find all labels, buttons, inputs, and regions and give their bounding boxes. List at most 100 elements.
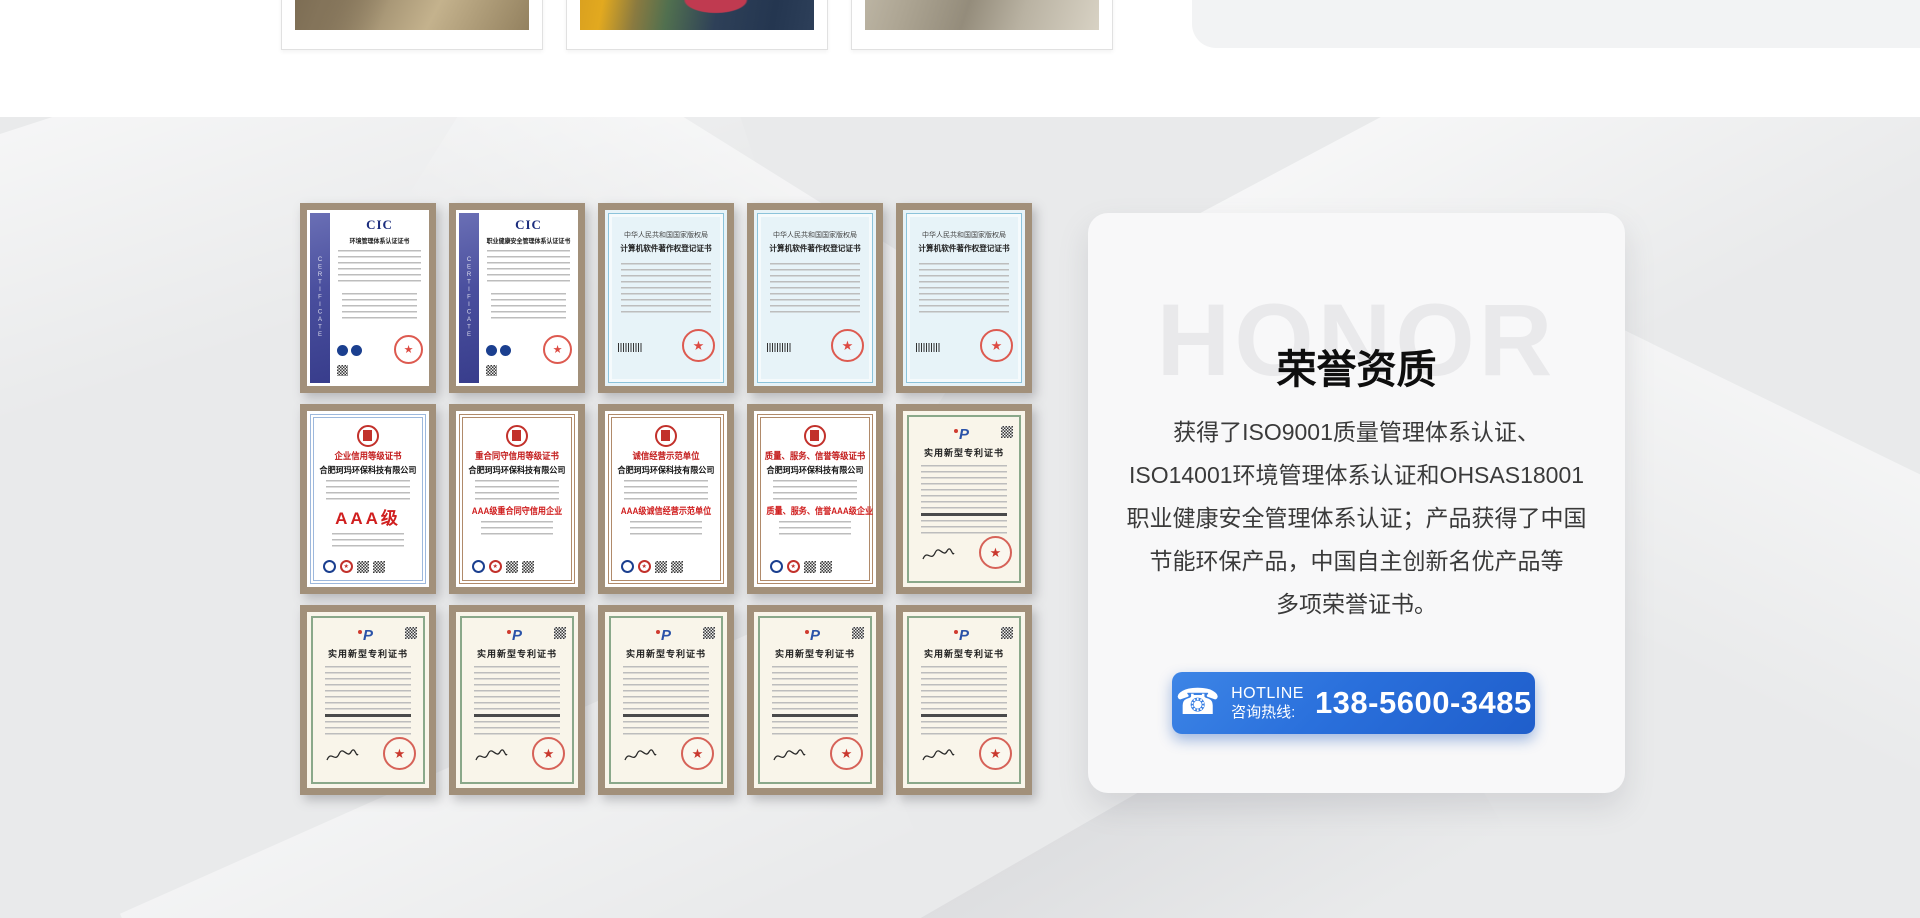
certificate-utility-patent[interactable]: P 实用新型专利证书 xyxy=(896,605,1032,795)
qr-code-icon xyxy=(1001,627,1013,639)
certificate-title: 重合同守信用等级证书 xyxy=(467,449,567,462)
certificate-utility-patent[interactable]: P 实用新型专利证书 xyxy=(300,605,436,795)
qr-code-icon xyxy=(671,561,683,573)
certificate-software-copyright[interactable]: 中华人民共和国国家版权局 计算机软件著作权登记证书 xyxy=(747,203,883,393)
certificate-utility-patent[interactable]: P 实用新型专利证书 xyxy=(747,605,883,795)
barcode-icon xyxy=(916,343,940,352)
qr-code-icon xyxy=(554,627,566,639)
description-line: 职业健康安全管理体系认证；产品获得了中国 xyxy=(1108,497,1605,540)
certificate-software-copyright[interactable]: 中华人民共和国国家版权局 计算机软件著作权登记证书 xyxy=(896,203,1032,393)
gallery-card[interactable] xyxy=(281,0,543,50)
cic-logo: CIC xyxy=(334,217,425,233)
construction-photo-2 xyxy=(580,0,814,30)
qr-code-icon xyxy=(1001,426,1013,438)
honor-card: HONOR 荣誉资质 获得了ISO9001质量管理体系认证、 ISO14001环… xyxy=(1088,213,1625,793)
divider xyxy=(921,513,1007,516)
certificate-title: 计算机软件著作权登记证书 xyxy=(910,243,1018,254)
certificates-grid: CERTIFICATE CIC 环境管理体系认证证书 CERTIFICATE C… xyxy=(300,203,1032,795)
certificate-title: 职业健康安全管理体系认证证书 xyxy=(487,235,571,245)
cic-badge-icon xyxy=(486,345,497,356)
top-right-panel xyxy=(1192,0,1920,48)
qr-code-icon xyxy=(655,561,667,573)
red-seal-icon xyxy=(980,329,1013,362)
certificate-cic-environment[interactable]: CERTIFICATE CIC 环境管理体系认证证书 xyxy=(300,203,436,393)
certificate-integrity-model[interactable]: 诚信经营示范单位 合肥珂玛环保科技有限公司 AAA级诚信经营示范单位 xyxy=(598,404,734,594)
divider xyxy=(474,714,560,717)
description-line: 获得了ISO9001质量管理体系认证、 xyxy=(1108,411,1605,454)
barcode-icon xyxy=(618,343,642,352)
certificate-title: 质量、服务、信誉等级证书 xyxy=(765,449,865,462)
qr-code-icon xyxy=(405,627,417,639)
certificate-title: 实用新型专利证书 xyxy=(909,647,1019,660)
cic-badge-icon xyxy=(337,345,348,356)
cic-logo: CIC xyxy=(483,217,574,233)
gallery-card[interactable] xyxy=(851,0,1113,50)
cnipa-logo-icon: P xyxy=(363,627,373,644)
signature-icon xyxy=(474,748,508,764)
grade-text: AAA级诚信经营示范单位 xyxy=(617,504,714,517)
star-seal-icon xyxy=(489,560,502,573)
barcode-icon xyxy=(767,343,791,352)
certificate-title: 实用新型专利证书 xyxy=(313,647,423,660)
certificate-title: 环境管理体系认证证书 xyxy=(338,235,422,245)
red-emblem-icon xyxy=(655,425,677,447)
credit-logo-icon xyxy=(621,560,634,573)
certificate-issuer: 中华人民共和国国家版权局 xyxy=(758,230,872,240)
certificate-utility-patent[interactable]: P 实用新型专利证书 xyxy=(449,605,585,795)
certificate-quality-service[interactable]: 质量、服务、信誉等级证书 合肥珂玛环保科技有限公司 质量、服务、信誉AAA级企业 xyxy=(747,404,883,594)
cnipa-logo-icon: P xyxy=(959,627,969,644)
red-seal-icon xyxy=(681,737,714,770)
cnipa-logo-icon: P xyxy=(661,627,671,644)
grade-text: 质量、服务、信誉AAA级企业 xyxy=(766,504,863,517)
gallery-card[interactable] xyxy=(566,0,828,50)
hotline-label-zh: 咨询热线: xyxy=(1231,704,1304,722)
star-seal-icon xyxy=(340,560,353,573)
company-name: 合肥珂玛环保科技有限公司 xyxy=(615,464,718,476)
certificate-cic-safety[interactable]: CERTIFICATE CIC 职业健康安全管理体系认证证书 xyxy=(449,203,585,393)
star-seal-icon xyxy=(787,560,800,573)
red-seal-icon xyxy=(383,737,416,770)
certificate-contract-credit[interactable]: 重合同守信用等级证书 合肥珂玛环保科技有限公司 AAA级重合同守信用企业 xyxy=(449,404,585,594)
grade-text: AAA级重合同守信用企业 xyxy=(468,504,565,517)
honor-description: 获得了ISO9001质量管理体系认证、 ISO14001环境管理体系认证和OHS… xyxy=(1108,411,1605,626)
certificate-title: 诚信经营示范单位 xyxy=(616,449,716,462)
phone-icon: ☎ xyxy=(1175,685,1220,721)
qr-code-icon xyxy=(506,561,518,573)
certificate-title: 实用新型专利证书 xyxy=(760,647,870,660)
red-seal-icon xyxy=(532,737,565,770)
qr-code-icon xyxy=(337,365,348,376)
red-emblem-icon xyxy=(804,425,826,447)
certificate-title: 计算机软件著作权登记证书 xyxy=(761,243,869,254)
honor-page: CERTIFICATE CIC 环境管理体系认证证书 CERTIFICATE C… xyxy=(0,0,1920,918)
red-seal-icon xyxy=(979,536,1012,569)
signature-icon xyxy=(623,748,657,764)
certificate-title: 企业信用等级证书 xyxy=(318,449,418,462)
red-seal-icon xyxy=(682,329,715,362)
red-seal-icon xyxy=(543,335,572,364)
certificate-utility-patent[interactable]: P 实用新型专利证书 xyxy=(896,404,1032,594)
certificate-enterprise-credit[interactable]: 企业信用等级证书 合肥珂玛环保科技有限公司 AAA级 xyxy=(300,404,436,594)
divider xyxy=(325,714,411,717)
qr-code-icon xyxy=(820,561,832,573)
red-seal-icon xyxy=(394,335,423,364)
certificate-title: 实用新型专利证书 xyxy=(462,647,572,660)
hotline-label-en: HOTLINE xyxy=(1231,684,1304,703)
certificate-issuer: 中华人民共和国国家版权局 xyxy=(907,230,1021,240)
description-line: ISO14001环境管理体系认证和OHSAS18001 xyxy=(1108,454,1605,497)
certificate-software-copyright[interactable]: 中华人民共和国国家版权局 计算机软件著作权登记证书 xyxy=(598,203,734,393)
cnipa-logo-icon: P xyxy=(810,627,820,644)
description-line: 多项荣誉证书。 xyxy=(1108,583,1605,626)
company-name: 合肥珂玛环保科技有限公司 xyxy=(466,464,569,476)
company-name: 合肥珂玛环保科技有限公司 xyxy=(764,464,867,476)
hotline-button[interactable]: ☎ HOTLINE 咨询热线: 138-5600-3485 xyxy=(1172,672,1535,734)
section-title: 荣誉资质 xyxy=(1088,337,1625,395)
qr-code-icon xyxy=(357,561,369,573)
certificate-title: 实用新型专利证书 xyxy=(909,446,1019,459)
red-emblem-icon xyxy=(506,425,528,447)
credit-logo-icon xyxy=(323,560,336,573)
signature-icon xyxy=(921,748,955,764)
certificate-utility-patent[interactable]: P 实用新型专利证书 xyxy=(598,605,734,795)
cnipa-logo-icon: P xyxy=(959,426,969,443)
company-name: 合肥珂玛环保科技有限公司 xyxy=(317,464,420,476)
divider xyxy=(921,714,1007,717)
